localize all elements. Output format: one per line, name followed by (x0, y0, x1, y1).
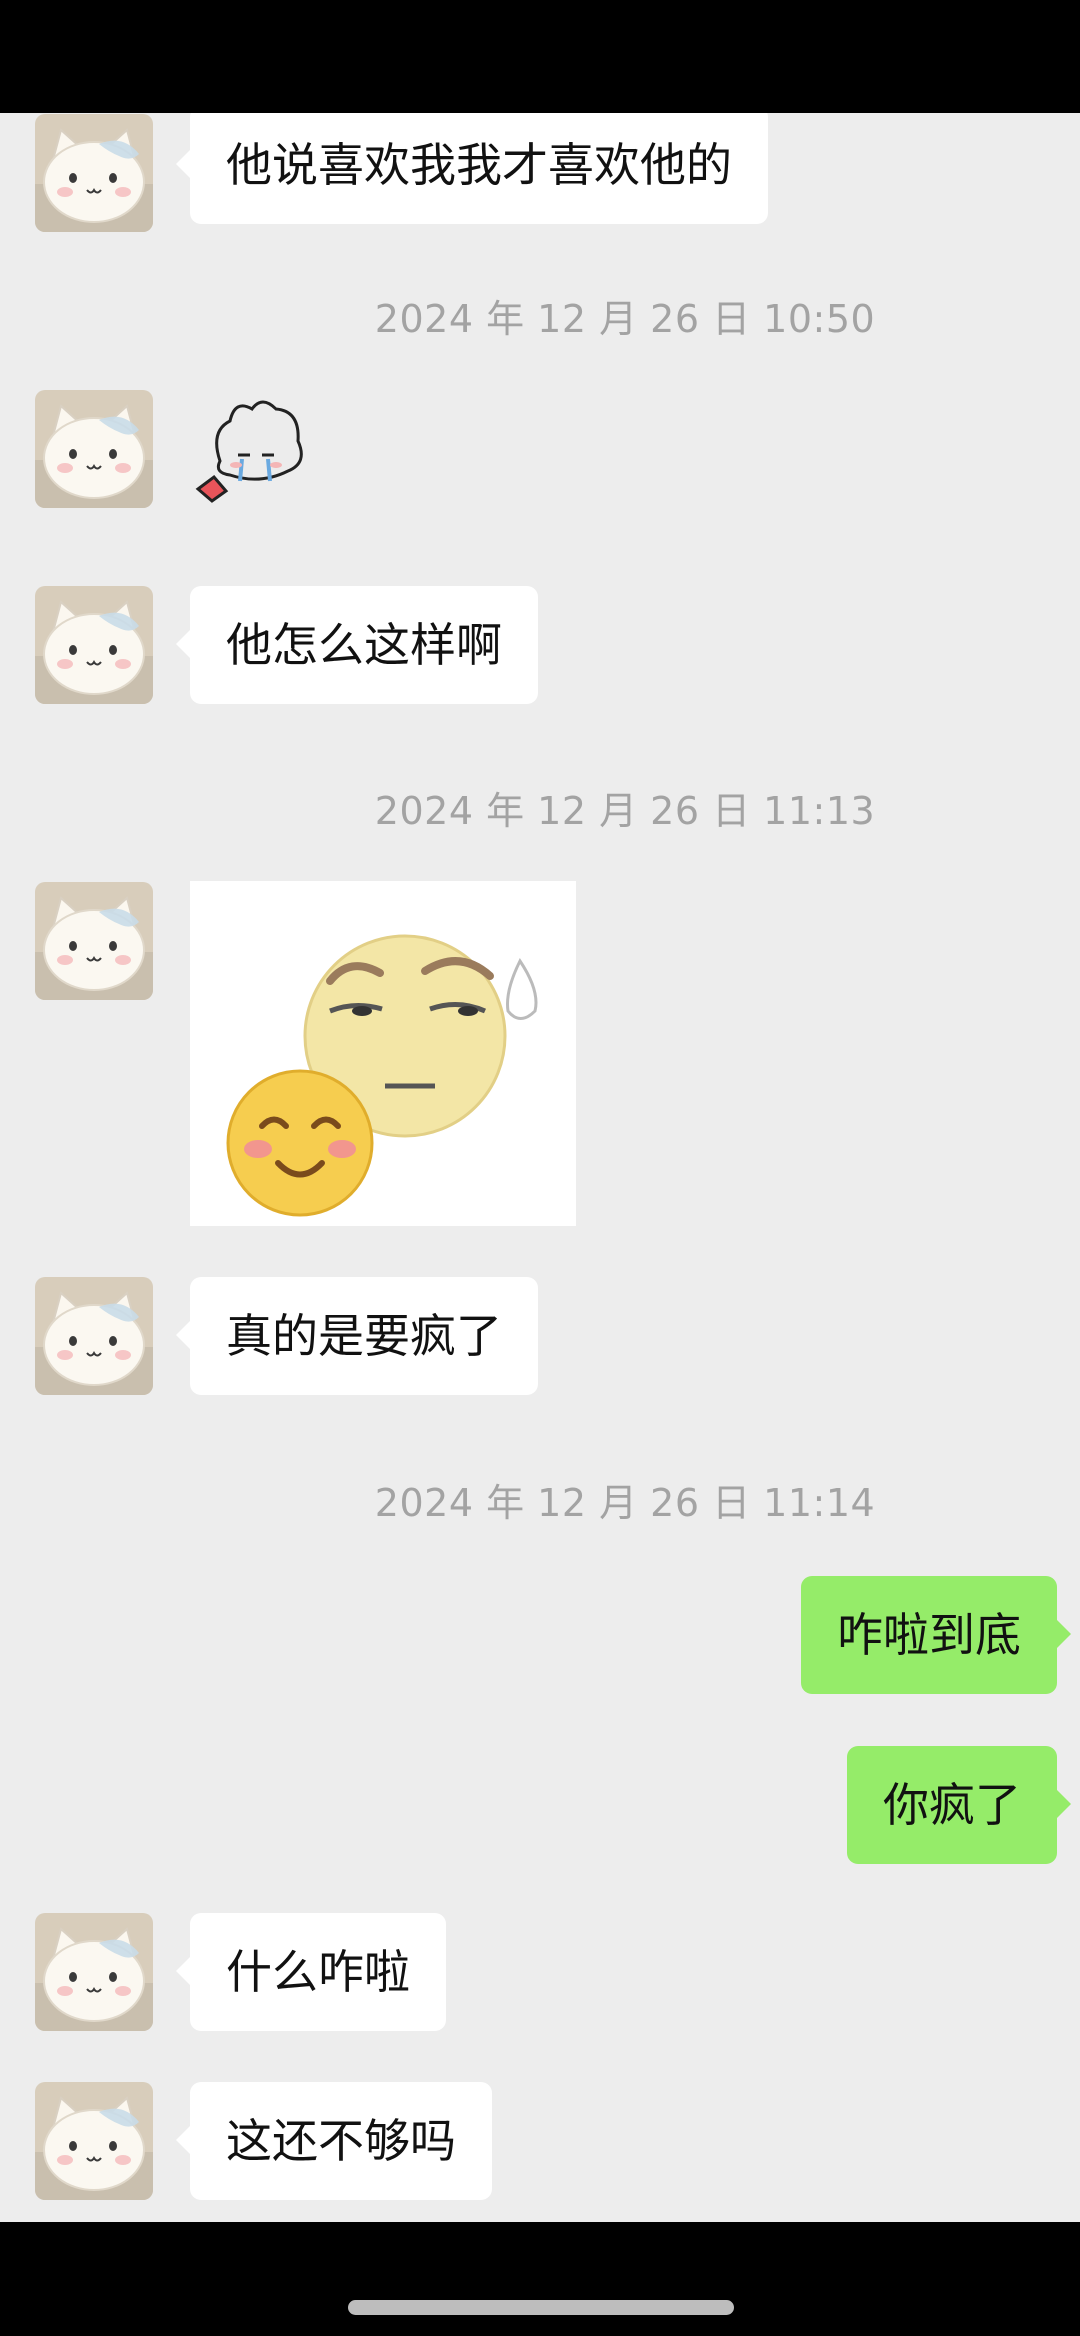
status-bar (0, 0, 1080, 113)
outgoing-message-bubble[interactable]: 你疯了 (847, 1746, 1071, 1864)
incoming-message-bubble[interactable]: 真的是要疯了 (176, 1277, 538, 1395)
incoming-message-bubble[interactable]: 这还不够吗 (176, 2082, 492, 2200)
message-timestamp: 2024 年 12 月 26 日 11:13 (374, 789, 876, 833)
bottom-bar (0, 2222, 1080, 2336)
incoming-message-bubble[interactable]: 他怎么这样啊 (176, 586, 538, 704)
contact-avatar[interactable] (35, 1913, 153, 2031)
contact-avatar[interactable] (35, 882, 153, 1000)
contact-avatar[interactable] (35, 114, 153, 232)
message-timestamp: 2024 年 12 月 26 日 10:50 (374, 297, 876, 341)
crying-bunny-sticker[interactable] (190, 391, 320, 513)
incoming-message-bubble[interactable]: 他说喜欢我我才喜欢他的 (176, 113, 768, 224)
contact-avatar[interactable] (35, 1277, 153, 1395)
emoji-meme-sticker[interactable] (190, 881, 576, 1226)
contact-avatar[interactable] (35, 2082, 153, 2200)
incoming-message-bubble[interactable]: 什么咋啦 (176, 1913, 446, 2031)
chat-area[interactable]: 他说喜欢我我才喜欢他的 2024 年 12 月 26 日 10:50 他怎么这样… (0, 113, 1080, 2222)
contact-avatar[interactable] (35, 390, 153, 508)
home-indicator[interactable] (348, 2300, 734, 2315)
outgoing-message-bubble[interactable]: 咋啦到底 (801, 1576, 1071, 1694)
contact-avatar[interactable] (35, 586, 153, 704)
message-timestamp: 2024 年 12 月 26 日 11:14 (374, 1481, 876, 1525)
